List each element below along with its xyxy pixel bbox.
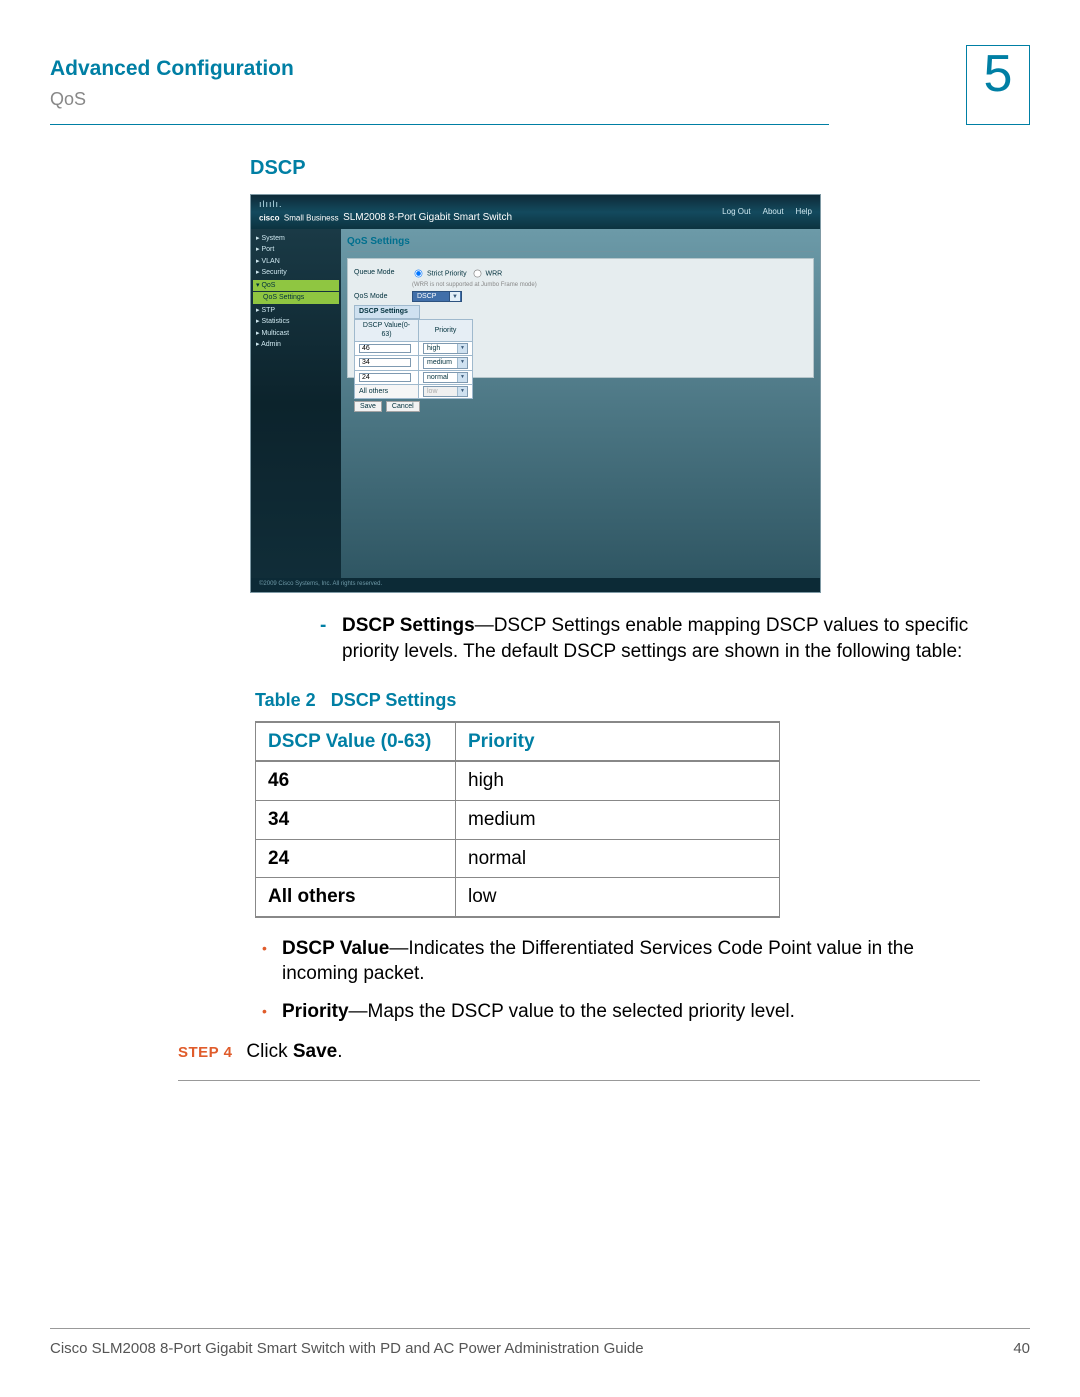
priority-select-4[interactable]: low▼: [423, 386, 468, 397]
table-row: 46 high: [256, 761, 780, 800]
header-rule: [50, 124, 829, 125]
ss-brand-name: SLM2008 8-Port Gigabit Smart Switch: [343, 212, 512, 223]
chevron-down-icon: ▼: [457, 358, 467, 367]
th-priority: Priority: [456, 722, 780, 762]
step-label: STEP 4: [178, 1043, 232, 1063]
ss-topbar: ılıılı. cisco Small Business SLM2008 8-P…: [251, 195, 820, 229]
dscp-settings-desc: DSCP Settings—DSCP Settings enable mappi…: [320, 613, 980, 664]
desc-lead: DSCP Settings: [342, 615, 475, 636]
bullet-dscp-value: DSCP Value—Indicates the Differentiated …: [260, 936, 980, 987]
queue-mode-label: Queue Mode: [354, 267, 408, 277]
ss-col-priority: Priority: [419, 319, 473, 341]
chapter-number: 5: [966, 45, 1030, 125]
ss-main: QoS Settings Queue Mode Strict Priority …: [341, 229, 820, 578]
ss-panel-title: QoS Settings: [347, 233, 814, 252]
ss-brand-small: Small Business: [284, 213, 339, 222]
ss-cancel-button[interactable]: Cancel: [386, 401, 420, 412]
qos-mode-label: QoS Mode: [354, 291, 408, 301]
sidebar-item-qos[interactable]: ▾ QoS: [253, 280, 339, 291]
chevron-down-icon: ▼: [449, 292, 460, 301]
dscp-settings-table: DSCP Value (0-63) Priority 46 high 34 me…: [255, 721, 780, 918]
sidebar-item-admin[interactable]: ▸ Admin: [253, 339, 339, 350]
sidebar-item-qos-settings[interactable]: QoS Settings: [253, 292, 339, 303]
sidebar-item-port[interactable]: ▸ Port: [253, 244, 339, 255]
header-title: Advanced Configuration: [50, 55, 294, 83]
table-row: 34 medium: [256, 800, 780, 839]
page-header: Advanced Configuration QoS 5: [50, 55, 1030, 125]
header-subtitle: QoS: [50, 87, 294, 111]
step-row: STEP 4 Click Save.: [178, 1039, 1030, 1065]
sidebar-item-system[interactable]: ▸ System: [253, 233, 339, 244]
ss-link-help[interactable]: Help: [796, 207, 812, 218]
sidebar-item-security[interactable]: ▸ Security: [253, 267, 339, 278]
table-caption: Table 2 DSCP Settings: [255, 688, 1030, 712]
bullet-priority: Priority—Maps the DSCP value to the sele…: [260, 999, 980, 1025]
queue-mode-wrr-radio[interactable]: [473, 269, 481, 277]
image-ref-number: 194427: [811, 592, 821, 593]
chevron-down-icon: ▼: [457, 373, 467, 382]
ss-sidebar: ▸ System ▸ Port ▸ VLAN ▸ Security ▾ QoS …: [251, 229, 341, 578]
dscp-input-2[interactable]: [359, 358, 411, 367]
section-title: DSCP: [250, 155, 1030, 182]
ss-save-button[interactable]: Save: [354, 401, 382, 412]
priority-select-2[interactable]: medium▼: [423, 357, 468, 368]
chevron-down-icon: ▼: [457, 344, 467, 353]
queue-mode-note: (WRR is not supported at Jumbo Frame mod…: [412, 282, 537, 288]
dscp-allothers: All others: [355, 385, 419, 399]
dscp-settings-subhdr: DSCP Settings: [354, 305, 420, 318]
sidebar-item-stp[interactable]: ▸ STP: [253, 305, 339, 316]
table-row: All others low: [256, 878, 780, 917]
queue-mode-strict-label: Strict Priority: [427, 270, 467, 277]
th-dscp-value: DSCP Value (0-63): [256, 722, 456, 762]
ss-link-logout[interactable]: Log Out: [722, 207, 750, 218]
chevron-down-icon: ▼: [457, 387, 467, 396]
sidebar-item-statistics[interactable]: ▸ Statistics: [253, 316, 339, 327]
ss-link-about[interactable]: About: [763, 207, 784, 218]
dscp-input-3[interactable]: [359, 373, 411, 382]
sidebar-item-vlan[interactable]: ▸ VLAN: [253, 256, 339, 267]
sidebar-item-multicast[interactable]: ▸ Multicast: [253, 328, 339, 339]
footer-page-number: 40: [1013, 1339, 1030, 1359]
ss-footer: ©2009 Cisco Systems, Inc. All rights res…: [251, 578, 820, 592]
step-rule: [178, 1080, 980, 1081]
table-row: 24 normal: [256, 839, 780, 878]
queue-mode-wrr-label: WRR: [485, 270, 502, 277]
ss-col-dscp: DSCP Value(0-63): [355, 319, 419, 341]
priority-select-3[interactable]: normal▼: [423, 372, 468, 383]
qos-mode-select[interactable]: DSCP ▼: [412, 291, 462, 302]
page-footer: Cisco SLM2008 8-Port Gigabit Smart Switc…: [50, 1328, 1030, 1359]
footer-left: Cisco SLM2008 8-Port Gigabit Smart Switc…: [50, 1339, 644, 1359]
ss-dscp-table: DSCP Value(0-63) Priority high▼ medium▼: [354, 319, 473, 400]
queue-mode-strict-radio[interactable]: [415, 269, 423, 277]
priority-select-1[interactable]: high▼: [423, 343, 468, 354]
qos-screenshot: ılıılı. cisco Small Business SLM2008 8-P…: [250, 194, 821, 593]
dscp-input-1[interactable]: [359, 344, 411, 353]
